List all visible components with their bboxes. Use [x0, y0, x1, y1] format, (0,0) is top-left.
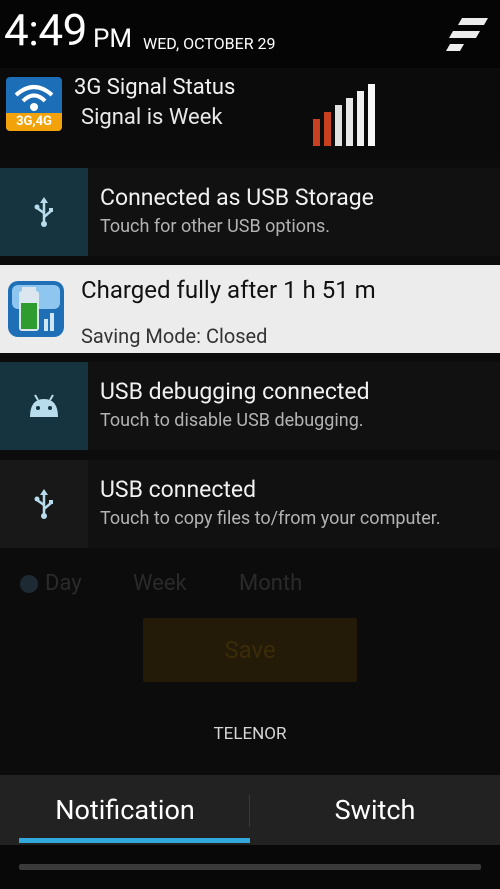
shade-drag-handle[interactable]	[19, 864, 481, 870]
clock-time: 4:49	[4, 4, 87, 56]
notification-subtitle: Touch to disable USB debugging.	[100, 410, 364, 431]
usb-icon	[0, 168, 88, 256]
clock-ampm: PM	[93, 24, 133, 54]
bg-label-week: Week	[133, 571, 187, 596]
notification-title: USB connected	[100, 476, 257, 503]
battery-icon	[6, 279, 66, 339]
tab-bar: Notification Switch	[0, 775, 500, 845]
radio-day	[20, 575, 38, 593]
tab-notification[interactable]: Notification	[0, 775, 250, 845]
status-header: 4:49 PM WED, OCTOBER 29	[0, 0, 500, 68]
notification-subtitle: Signal is Week	[81, 105, 223, 130]
carrier-label: TELENOR	[213, 724, 287, 744]
date-label: WED, OCTOBER 29	[143, 34, 276, 53]
notification-subtitle: Touch to copy files to/from your compute…	[100, 508, 441, 529]
bg-save-button: Save	[143, 618, 357, 682]
notification-title: Charged fully after 1 h 51 m	[81, 276, 376, 304]
notification-title: Connected as USB Storage	[100, 184, 374, 211]
android-debug-icon	[0, 362, 88, 450]
signal-app-badge: 3G,4G	[6, 113, 62, 131]
tab-selected-indicator	[19, 838, 250, 843]
notification-title: 3G Signal Status	[74, 75, 236, 100]
quick-settings-icon[interactable]	[444, 16, 490, 54]
notification-title: USB debugging connected	[100, 378, 370, 405]
notification-signal-status[interactable]: 3G,4G 3G Signal Status Signal is Week	[0, 68, 500, 158]
notification-usb-connected[interactable]: USB connected Touch to copy files to/fro…	[0, 460, 500, 548]
bg-label-month: Month	[239, 571, 303, 596]
notification-subtitle: Touch for other USB options.	[100, 216, 331, 237]
signal-bars-icon	[313, 82, 383, 150]
notification-subtitle: Saving Mode: Closed	[81, 324, 268, 348]
notification-battery[interactable]: Charged fully after 1 h 51 m Saving Mode…	[0, 265, 500, 353]
signal-app-icon: 3G,4G	[6, 77, 62, 131]
usb-icon	[0, 460, 88, 548]
bg-label-day: Day	[45, 571, 82, 596]
notification-usb-storage[interactable]: Connected as USB Storage Touch for other…	[0, 168, 500, 256]
tab-switch[interactable]: Switch	[250, 775, 500, 845]
notification-usb-debugging[interactable]: USB debugging connected Touch to disable…	[0, 362, 500, 450]
